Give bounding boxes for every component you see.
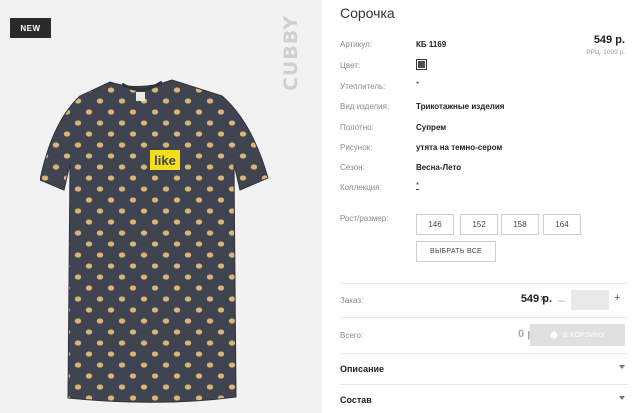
- attr-row-fabric: Полотно: Супрем: [340, 123, 447, 132]
- times-sign: ×: [540, 293, 547, 305]
- order-label: Заказ:: [340, 296, 364, 305]
- attr-row-insulation: Утеплитель: *: [340, 80, 420, 91]
- attr-row-season: Сезон: Весна-Лето: [340, 163, 462, 172]
- total-label: Всего:: [340, 331, 364, 340]
- quantity-decrease-button[interactable]: –: [558, 293, 565, 307]
- product-image[interactable]: like: [40, 62, 280, 407]
- chevron-down-icon: [619, 365, 625, 369]
- size-option-164[interactable]: 164: [543, 214, 581, 235]
- size-label: Рост/размер:: [340, 214, 389, 223]
- attr-row-article: Артикул: КБ 1169: [340, 40, 447, 49]
- product-details: Сорочка 549 р. РРЦ: 1099 р. Артикул: КБ …: [340, 0, 628, 413]
- divider: [340, 283, 628, 284]
- quantity-input[interactable]: [571, 290, 609, 310]
- size-option-152[interactable]: 152: [460, 214, 498, 235]
- color-swatch[interactable]: [416, 59, 427, 70]
- attr-row-collection: Коллекция: *: [340, 181, 420, 192]
- accordion-description[interactable]: Описание: [340, 355, 628, 383]
- product-title: Сорочка: [340, 5, 395, 21]
- chevron-down-icon: [619, 396, 625, 400]
- size-option-146[interactable]: 146: [416, 214, 454, 235]
- brand-logo: CUBBY: [280, 14, 302, 92]
- attr-row-color: Цвет:: [340, 59, 628, 73]
- svg-text:like: like: [154, 153, 176, 168]
- divider: [340, 353, 628, 354]
- product-image-panel: NEW CUBBY like: [0, 0, 322, 413]
- new-badge: NEW: [10, 18, 51, 38]
- size-option-158[interactable]: 158: [501, 214, 539, 235]
- select-all-button[interactable]: ВЫБРАТЬ ВСЕ: [416, 241, 496, 262]
- cart-icon: [550, 331, 558, 339]
- collection-link[interactable]: *: [416, 181, 419, 190]
- divider: [340, 384, 628, 385]
- add-to-cart-button[interactable]: В КОРЗИНУ: [530, 324, 625, 346]
- accordion-composition[interactable]: Состав: [340, 386, 628, 413]
- attr-row-type: Вид изделия: Трикотажные изделия: [340, 102, 505, 111]
- quantity-increase-button[interactable]: +: [614, 292, 620, 304]
- divider: [340, 317, 628, 318]
- attr-row-print: Рисунок: утята на темно-сером: [340, 143, 503, 152]
